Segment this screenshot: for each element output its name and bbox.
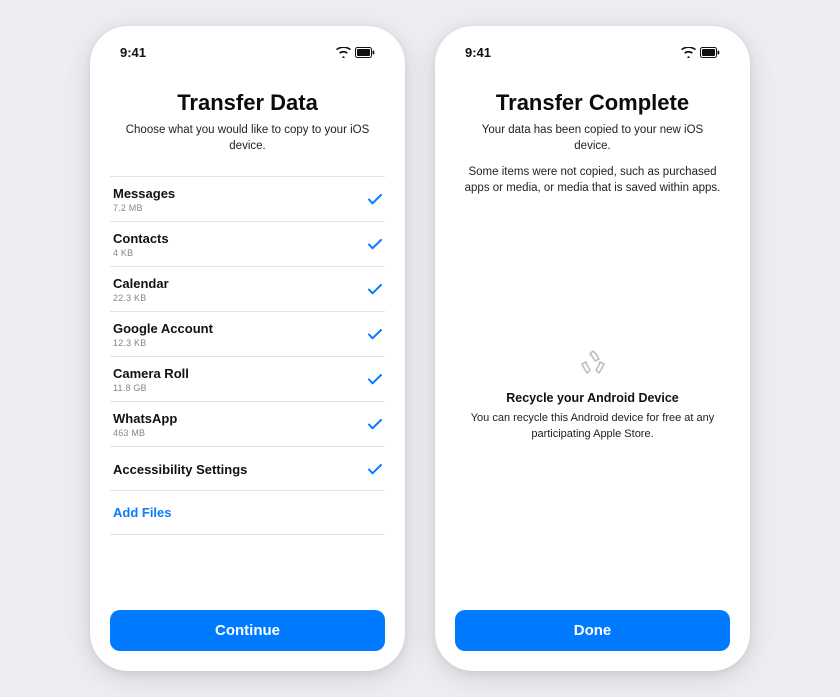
check-icon <box>368 284 382 295</box>
status-time: 9:41 <box>120 45 146 60</box>
item-label: Contacts <box>113 231 169 246</box>
item-label: Accessibility Settings <box>113 462 247 477</box>
recycle-title: Recycle your Android Device <box>455 391 730 405</box>
done-button[interactable]: Done <box>455 610 730 651</box>
recycle-description: You can recycle this Android device for … <box>455 411 730 443</box>
recycle-block: Recycle your Android Device You can recy… <box>455 350 730 457</box>
add-files-button[interactable]: Add Files <box>110 491 385 535</box>
item-label: Google Account <box>113 321 213 336</box>
check-icon <box>368 374 382 385</box>
status-bar: 9:41 <box>455 42 730 62</box>
item-size: 22.3 KB <box>113 293 169 303</box>
item-label: Messages <box>113 186 175 201</box>
item-size: 463 MB <box>113 428 177 438</box>
list-item[interactable]: Google Account 12.3 KB <box>110 312 385 357</box>
check-icon <box>368 464 382 475</box>
page-title: Transfer Data <box>110 90 385 116</box>
list-item[interactable]: WhatsApp 463 MB <box>110 402 385 447</box>
item-size: 4 KB <box>113 248 169 258</box>
phone-transfer-complete: 9:41 Transfer Complete Your data has bee… <box>435 26 750 671</box>
item-label: WhatsApp <box>113 411 177 426</box>
page-subtitle: Choose what you would like to copy to yo… <box>110 122 385 154</box>
phone-transfer-data: 9:41 Transfer Data Choose what you would… <box>90 26 405 671</box>
list-item[interactable]: Camera Roll 11.8 GB <box>110 357 385 402</box>
status-icons <box>336 47 375 58</box>
item-size: 12.3 KB <box>113 338 213 348</box>
check-icon <box>368 239 382 250</box>
check-icon <box>368 329 382 340</box>
list-item[interactable]: Contacts 4 KB <box>110 222 385 267</box>
item-size: 11.8 GB <box>113 383 189 393</box>
status-time: 9:41 <box>465 45 491 60</box>
wifi-icon <box>681 47 696 58</box>
status-icons <box>681 47 720 58</box>
recycle-icon <box>578 350 608 383</box>
item-size: 7.2 MB <box>113 203 175 213</box>
continue-button[interactable]: Continue <box>110 610 385 651</box>
check-icon <box>368 194 382 205</box>
wifi-icon <box>336 47 351 58</box>
page-extra: Some items were not copied, such as purc… <box>455 164 730 196</box>
list-item[interactable]: Accessibility Settings <box>110 447 385 491</box>
item-label: Camera Roll <box>113 366 189 381</box>
item-label: Calendar <box>113 276 169 291</box>
battery-icon <box>700 47 720 58</box>
page-subtitle: Your data has been copied to your new iO… <box>455 122 730 154</box>
list-item[interactable]: Calendar 22.3 KB <box>110 267 385 312</box>
check-icon <box>368 419 382 430</box>
status-bar: 9:41 <box>110 42 385 62</box>
page-title: Transfer Complete <box>455 90 730 116</box>
transfer-list: Messages 7.2 MB Contacts 4 KB Calendar 2… <box>110 176 385 535</box>
battery-icon <box>355 47 375 58</box>
list-item[interactable]: Messages 7.2 MB <box>110 177 385 222</box>
